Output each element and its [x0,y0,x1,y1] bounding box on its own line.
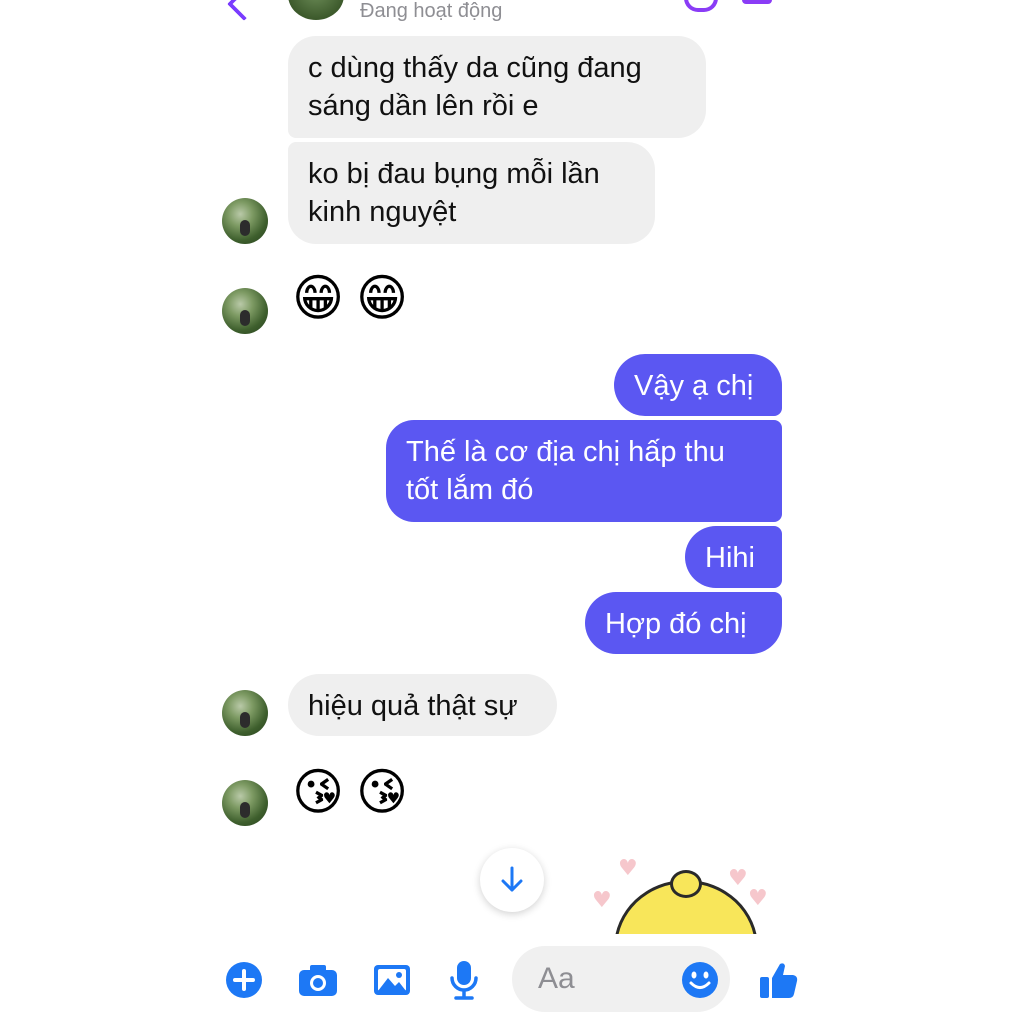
outgoing-message[interactable]: Hihi [685,526,782,588]
emoji-message[interactable]: 😁 [292,270,344,326]
heart-icon: ♥ [728,866,748,891]
camera-button[interactable] [296,958,340,1002]
gallery-button[interactable] [370,958,414,1002]
smiley-icon [682,962,718,998]
incoming-message[interactable]: ko bị đau bụng mỗi lần kinh nguyệt [288,142,655,244]
incoming-message[interactable]: c dùng thấy da cũng đang sáng dần lên rồ… [288,36,706,138]
scroll-down-button[interactable] [480,848,544,912]
avatar[interactable] [222,690,268,736]
heart-icon: ♥ [592,888,612,913]
avatar[interactable] [222,288,268,334]
active-status: Đang hoạt động [360,0,503,22]
outgoing-message[interactable]: Vậy ạ chị [614,354,782,416]
emoji-message[interactable]: 😘 [292,764,344,820]
outgoing-message[interactable]: Hợp đó chị [585,592,782,654]
sticker[interactable]: ♥ ♥ ♥ ♥ [580,850,780,934]
heart-icon: ♥ [748,886,768,911]
emoji-message[interactable]: 😘 [356,764,408,820]
like-button[interactable] [756,958,800,1002]
outgoing-message[interactable]: Thế là cơ địa chị hấp thu tốt lắm đó [386,420,782,522]
header-avatar[interactable] [288,0,344,20]
incoming-message[interactable]: hiệu quả thật sự [288,674,557,736]
heart-icon: ♥ [618,856,638,881]
avatar[interactable] [222,198,268,244]
thumbs-up-icon [760,963,798,998]
plus-icon [226,962,262,998]
camera-icon [299,965,337,996]
emoji-button[interactable] [678,958,722,1002]
back-icon[interactable] [227,0,261,21]
sticker-curl [670,870,702,898]
emoji-message[interactable]: 😁 [356,270,408,326]
avatar[interactable] [222,780,268,826]
voice-button[interactable] [442,958,486,1002]
message-input-placeholder: Aa [538,962,575,995]
plus-button[interactable] [222,958,266,1002]
image-icon [374,965,410,995]
phone-icon[interactable] [684,0,718,12]
video-icon[interactable] [742,0,772,4]
scroll-down-icon [501,866,523,892]
microphone-icon [450,961,478,1000]
